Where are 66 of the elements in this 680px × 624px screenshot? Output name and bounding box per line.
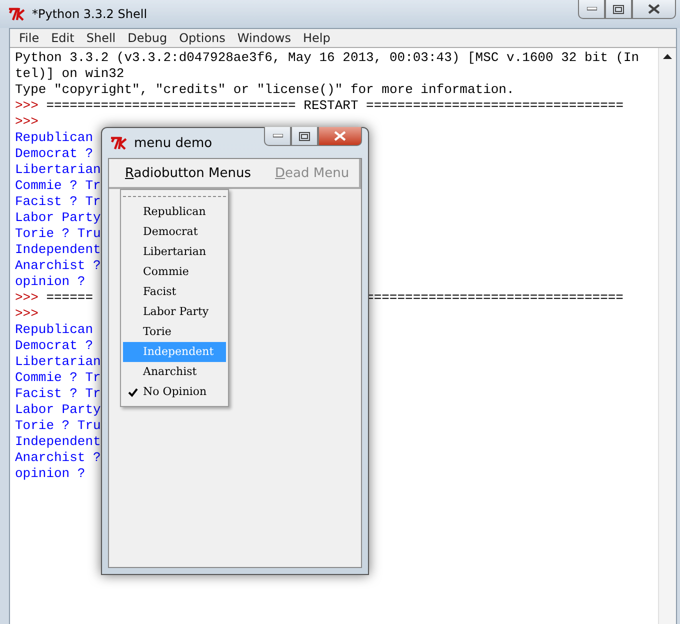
output-text: Independent (15, 242, 101, 258)
output-text: Anarchist ? (15, 258, 101, 274)
window-title: *Python 3.3.2 Shell (32, 7, 148, 21)
maximize-button[interactable] (605, 0, 632, 19)
maximize-icon (613, 4, 624, 14)
menu-item[interactable]: Windows (231, 31, 297, 45)
output-text: Republican (15, 130, 94, 146)
restart-line: ================================= (366, 290, 624, 306)
close-icon (334, 131, 346, 141)
prompt: >>> (15, 98, 38, 114)
radio-menu-item[interactable]: Anarchist (123, 362, 226, 382)
output-text: Anarchist ? (15, 450, 101, 466)
shell-text: Python 3.3.2 (v3.3.2:d047928ae3f6, May 16 2013, 00:03:43) [MSC v.1600 32 bit (In (15, 50, 640, 66)
output-text: Torie ? Tru (15, 418, 101, 434)
minimize-button[interactable] (264, 127, 291, 146)
prompt: >>> (15, 290, 38, 306)
radio-menu-item[interactable]: Facist (123, 282, 226, 302)
maximize-button[interactable] (291, 127, 318, 146)
output-text: Facist ? Tr (15, 386, 101, 402)
tk-logo-icon (110, 136, 128, 150)
maximize-icon (299, 132, 310, 140)
menu-item[interactable]: Debug (122, 31, 174, 45)
output-text: Republican (15, 322, 94, 338)
output-text: Independent (15, 434, 101, 450)
prompt: >>> (15, 114, 38, 130)
output-text: Labor Party (15, 402, 101, 418)
restart-line: ================================ RESTART ================================= (46, 98, 624, 114)
output-text: Commie ? Tr (15, 370, 101, 386)
output-text: opinion ? (15, 466, 86, 482)
shell-text: Type "copyright", "credits" or "license()" for more information. (15, 82, 514, 98)
check-icon (128, 388, 138, 396)
radio-menu-item[interactable]: No Opinion (123, 382, 226, 402)
close-button[interactable] (632, 0, 676, 19)
output-text: Facist ? Tr (15, 194, 101, 210)
menu-item[interactable]: Help (296, 31, 336, 45)
radio-menu-item[interactable]: Commie (123, 262, 226, 282)
menu-item[interactable]: Radiobutton Menus (119, 166, 258, 180)
scroll-up-icon[interactable] (663, 54, 672, 59)
output-text: Libertarian (15, 354, 101, 370)
minimize-icon (586, 7, 596, 11)
scrollbar[interactable] (658, 48, 676, 624)
output-text: Labor Party (15, 210, 101, 226)
radio-menu-item[interactable]: Libertarian (123, 242, 226, 262)
prompt: >>> (15, 306, 38, 322)
menu-item[interactable]: File (13, 31, 46, 45)
radio-menu-item[interactable]: Republican (123, 202, 226, 222)
output-text: Democrat ? (15, 146, 94, 162)
window-title: menu demo (134, 136, 212, 150)
menu-item[interactable]: Shell (80, 31, 122, 45)
shell-text: tel)] on win32 (15, 66, 124, 82)
output-text: Libertarian (15, 162, 101, 178)
output-text: Democrat ? (15, 338, 94, 354)
menu-item[interactable]: Edit (45, 31, 80, 45)
close-icon (648, 4, 660, 14)
radio-menu-item[interactable]: Torie (123, 322, 226, 342)
radio-menu-item[interactable]: Labor Party (123, 302, 226, 322)
tk-logo-icon (8, 7, 26, 21)
minimize-button[interactable] (578, 0, 605, 19)
output-text: Torie ? Tru (15, 226, 101, 242)
minimize-icon (272, 134, 282, 138)
restart-line: ====== (46, 290, 94, 306)
output-text: opinion ? (15, 274, 86, 290)
menu-item[interactable]: Options (173, 31, 232, 45)
close-button[interactable] (318, 127, 362, 146)
radio-menu-item[interactable]: Democrat (123, 222, 226, 242)
output-text: Commie ? Tr (15, 178, 101, 194)
